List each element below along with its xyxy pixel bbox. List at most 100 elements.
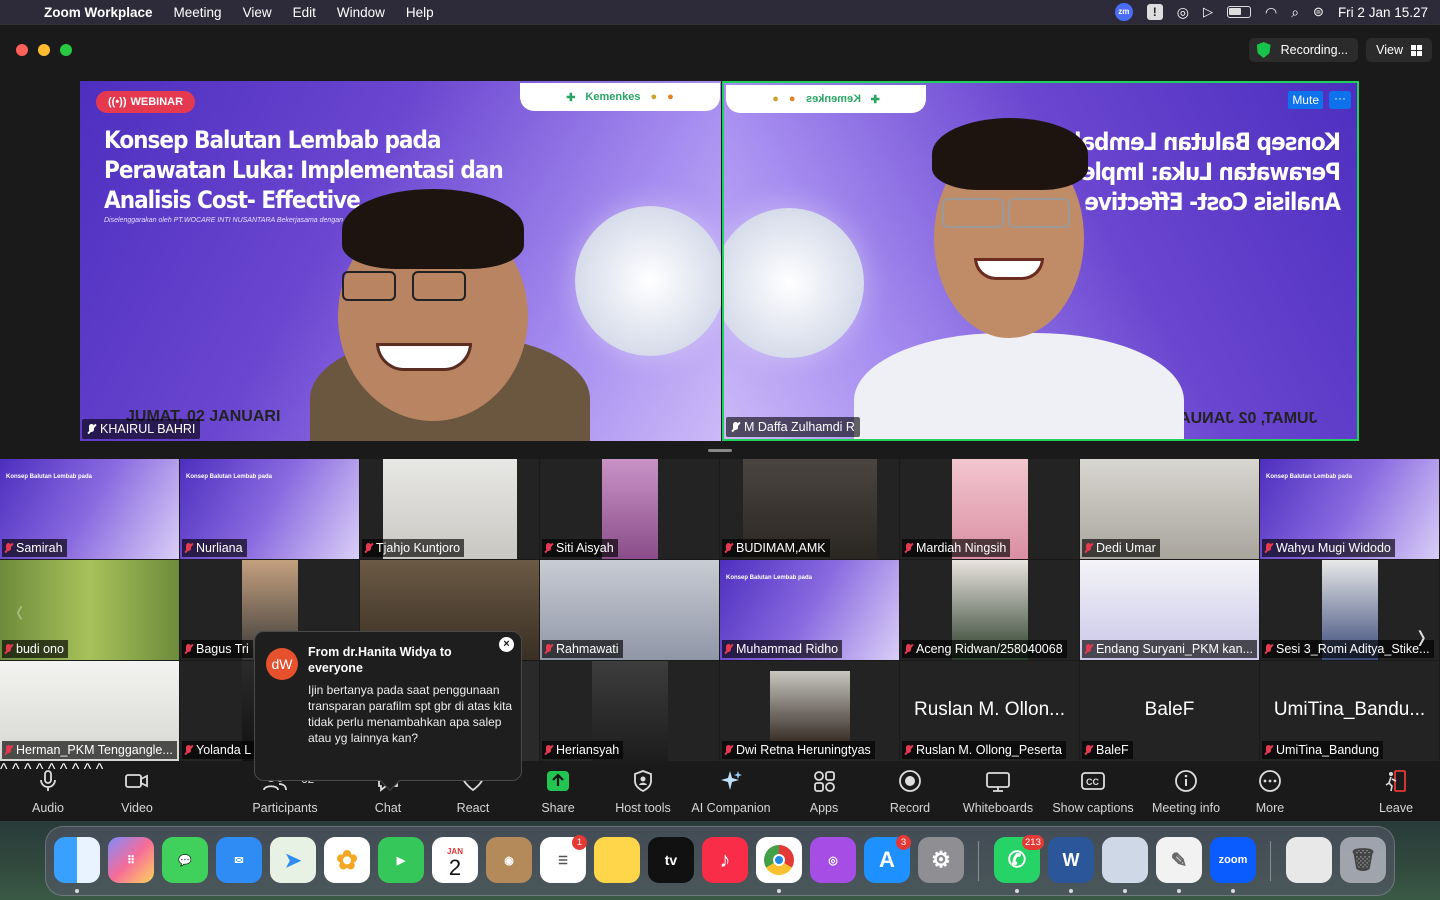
system-settings-icon[interactable]: ⚙ — [918, 837, 964, 883]
speaker-video-right[interactable]: ● ● Kemenkes ✚ Konsep Balutan Lembab pada P… — [722, 81, 1359, 441]
record-button[interactable]: Record — [880, 761, 940, 822]
menu-meeting[interactable]: Meeting — [174, 5, 222, 20]
menu-help[interactable]: Help — [406, 5, 434, 20]
zoom-status-icon[interactable]: zm — [1114, 3, 1133, 21]
mail-icon[interactable]: ✉ — [216, 837, 262, 883]
speaker-video-left[interactable]: ((•)) WEBINAR ✚ Kemenkes ● ● Konsep Balutan… — [80, 81, 721, 441]
wifi-icon[interactable]: ◠ — [1265, 4, 1277, 21]
svg-text:CC: CC — [1086, 777, 1099, 787]
participant-tile[interactable]: Mardiah Ningsih — [900, 459, 1079, 559]
play-icon[interactable]: ▷ — [1203, 4, 1213, 20]
menu-view[interactable]: View — [243, 5, 272, 20]
slide-illustration — [575, 206, 721, 356]
participant-tile[interactable]: Konsep Balutan Lembab pada Samirah — [0, 459, 179, 559]
participant-tile[interactable]: BUDIMAM,AMK — [720, 459, 899, 559]
facetime-icon[interactable]: ▶ — [378, 837, 424, 883]
participant-tile[interactable]: Aceng Ridwan/258040068 — [900, 560, 1079, 660]
music-icon[interactable]: ♪ — [702, 837, 748, 883]
participant-tile[interactable]: Siti Aisyah — [540, 459, 719, 559]
mic-muted-icon — [1264, 744, 1273, 756]
minimize-window-button[interactable] — [38, 44, 50, 56]
apps-button[interactable]: Apps — [794, 761, 854, 822]
photos-icon[interactable]: ✿ — [324, 837, 370, 883]
more-options-button[interactable]: ··· — [1329, 91, 1351, 109]
leave-button[interactable]: Leave — [1366, 761, 1426, 822]
messages-icon[interactable]: 💬 — [162, 837, 208, 883]
captions-icon: CC — [1081, 772, 1105, 790]
participant-tile[interactable]: Dedi Umar — [1080, 459, 1259, 559]
shield-icon — [1256, 42, 1271, 58]
participant-tile[interactable]: Endang Suryani_PKM kan... — [1080, 560, 1259, 660]
clock[interactable]: Fri 2 Jan 15.27 — [1338, 5, 1428, 20]
audio-button[interactable]: Audio — [18, 761, 78, 822]
captions-options-chevron[interactable]: ^ — [96, 761, 104, 778]
alert-icon[interactable]: ! — [1146, 4, 1163, 20]
contacts-icon[interactable]: ◉ — [486, 837, 532, 883]
podcasts-icon[interactable]: ◎ — [810, 837, 856, 883]
chat-notification-popup[interactable]: dW From dr.Hanita Widya to everyone Ijin… — [254, 631, 522, 791]
host-tools-button[interactable]: Host tools — [607, 761, 679, 822]
info-icon — [1175, 770, 1197, 792]
close-window-button[interactable] — [16, 44, 28, 56]
participant-tile[interactable]: Konsep Balutan Lembab pada Wahyu Mugi Wi… — [1260, 459, 1439, 559]
participant-tile[interactable]: Konsep Balutan Lembab pada Muhammad Ridh… — [720, 560, 899, 660]
mute-button[interactable]: Mute — [1288, 91, 1323, 109]
participant-name: Mardiah Ningsih — [902, 539, 1011, 557]
share-button[interactable]: Share — [528, 761, 588, 822]
audio-options-chevron[interactable]: ^ — [0, 761, 8, 778]
finder-icon[interactable] — [54, 837, 100, 883]
participant-name: BUDIMAM,AMK — [722, 539, 830, 557]
participant-tile[interactable]: BaleF BaleF — [1080, 661, 1259, 761]
search-icon[interactable]: ⌕ — [1291, 4, 1299, 21]
participant-tile[interactable]: Heriansyah — [540, 661, 719, 761]
ai-companion-button[interactable]: AI Companion — [686, 761, 776, 822]
notes-icon[interactable] — [594, 837, 640, 883]
gallery-next-icon[interactable]: › — [1417, 614, 1425, 659]
participant-tile[interactable]: budi ono — [0, 560, 179, 660]
participant-tile[interactable]: Sesi 3_Romi Aditya_Stike... — [1260, 560, 1439, 660]
airdrop-icon[interactable]: ◎ — [1177, 4, 1189, 21]
battery-icon[interactable] — [1226, 6, 1251, 18]
resize-handle[interactable] — [708, 449, 732, 452]
word-icon[interactable]: W — [1048, 837, 1094, 883]
menu-app-name[interactable]: Zoom Workplace — [44, 5, 153, 20]
mic-muted-icon — [544, 643, 553, 655]
participant-tile[interactable]: Konsep Balutan Lembab pada Nurliana — [180, 459, 359, 559]
menu-edit[interactable]: Edit — [293, 5, 316, 20]
maps-icon[interactable]: ➤ — [270, 837, 316, 883]
zoom-window-button[interactable] — [60, 44, 72, 56]
participant-tile[interactable]: Herman_PKM Tenggangle... — [0, 661, 179, 761]
participant-tile[interactable]: UmiTina_Bandu... UmiTina_Bandung — [1260, 661, 1439, 761]
whiteboards-options-chevron[interactable]: ^ — [84, 761, 92, 778]
video-button[interactable]: Video — [107, 761, 167, 822]
meeting-info-button[interactable]: Meeting info — [1146, 761, 1226, 822]
launchpad-icon[interactable]: ⠿ — [108, 837, 154, 883]
recording-indicator[interactable]: Recording... — [1248, 38, 1358, 62]
chrome-icon[interactable] — [756, 837, 802, 883]
mic-muted-icon — [544, 542, 553, 554]
mic-muted-icon — [4, 744, 13, 756]
zoom-app-icon[interactable]: zoom — [1210, 837, 1256, 883]
participant-tile[interactable]: Rahmawati — [540, 560, 719, 660]
mic-muted-icon — [4, 542, 13, 554]
participant-tile[interactable]: Ruslan M. Ollon... Ruslan M. Ollong_Pese… — [900, 661, 1079, 761]
whiteboards-button[interactable]: Whiteboards — [958, 761, 1038, 822]
apple-tv-icon[interactable]: tv — [648, 837, 694, 883]
calendar-icon[interactable]: JAN 2 — [432, 837, 478, 883]
menu-window[interactable]: Window — [337, 5, 385, 20]
close-popup-button[interactable]: × — [499, 637, 514, 652]
show-captions-button[interactable]: CC Show captions — [1048, 761, 1138, 822]
downloads-stack-icon[interactable] — [1286, 837, 1332, 883]
macos-menubar: Zoom Workplace Meeting View Edit Window … — [0, 0, 1440, 24]
textedit-icon[interactable]: ✎ — [1156, 837, 1202, 883]
dock-separator — [978, 841, 979, 881]
control-center-icon[interactable]: ⊜ — [1313, 4, 1324, 20]
trash-icon[interactable]: 🗑 — [1340, 837, 1386, 883]
preview-icon[interactable] — [1102, 837, 1148, 883]
view-button[interactable]: View — [1366, 38, 1432, 62]
gallery-prev-icon[interactable]: ‹ — [16, 592, 23, 631]
participant-tile[interactable]: Tjahjo Kuntjoro — [360, 459, 539, 559]
more-button[interactable]: More — [1240, 761, 1300, 822]
mic-muted-icon — [364, 542, 373, 554]
participant-tile[interactable]: Dwi Retna Heruningtyas — [720, 661, 899, 761]
